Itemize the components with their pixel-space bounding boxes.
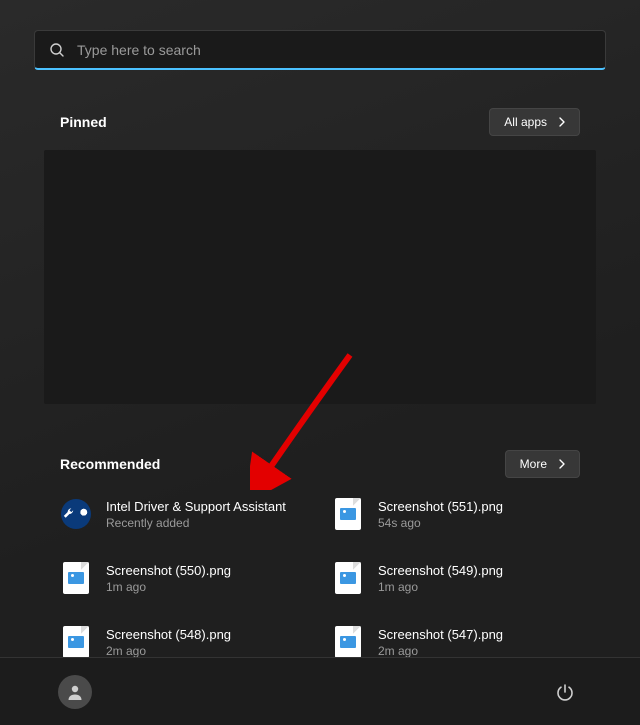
wrench-icon (61, 505, 78, 523)
all-apps-button[interactable]: All apps (489, 108, 580, 136)
recommended-text: Screenshot (551).png 54s ago (378, 499, 503, 530)
intel-icon (61, 499, 91, 529)
recommended-item-title: Screenshot (549).png (378, 563, 503, 578)
recommended-text: Screenshot (550).png 1m ago (106, 563, 231, 594)
more-button[interactable]: More (505, 450, 580, 478)
recommended-text: Screenshot (548).png 2m ago (106, 627, 231, 658)
image-file-icon (63, 626, 89, 658)
image-file-icon (335, 626, 361, 658)
file-icon (332, 626, 364, 658)
recommended-item-sub: Recently added (106, 516, 286, 530)
file-icon (332, 498, 364, 530)
recommended-item[interactable]: Screenshot (547).png 2m ago (332, 622, 580, 662)
pinned-header: Pinned All apps (0, 108, 640, 136)
image-file-icon (335, 562, 361, 594)
recommended-item[interactable]: Screenshot (548).png 2m ago (60, 622, 308, 662)
recommended-item-sub: 1m ago (106, 580, 231, 594)
recommended-item-sub: 2m ago (106, 644, 231, 658)
recommended-item[interactable]: Intel Driver & Support Assistant Recentl… (60, 494, 308, 534)
more-label: More (520, 457, 547, 471)
chevron-right-icon (557, 117, 567, 127)
recommended-item-title: Screenshot (547).png (378, 627, 503, 642)
recommended-text: Screenshot (549).png 1m ago (378, 563, 503, 594)
start-menu: Pinned All apps Recommended More (0, 0, 640, 725)
recommended-title: Recommended (60, 456, 160, 472)
recommended-item-title: Screenshot (548).png (106, 627, 231, 642)
footer-bar (0, 657, 640, 725)
recommended-item[interactable]: Screenshot (551).png 54s ago (332, 494, 580, 534)
search-box[interactable] (34, 30, 606, 70)
search-area (0, 0, 640, 80)
power-button[interactable] (548, 675, 582, 709)
power-icon (556, 683, 574, 701)
file-icon (332, 562, 364, 594)
file-icon (60, 562, 92, 594)
image-file-icon (335, 498, 361, 530)
all-apps-label: All apps (504, 115, 547, 129)
user-button[interactable] (58, 675, 92, 709)
pinned-grid[interactable] (44, 150, 596, 404)
search-icon (49, 42, 65, 58)
recommended-grid: Intel Driver & Support Assistant Recentl… (0, 478, 640, 662)
recommended-section: Recommended More Intel Driver & Support … (0, 422, 640, 662)
recommended-header: Recommended More (0, 450, 640, 478)
recommended-item-sub: 1m ago (378, 580, 503, 594)
search-input[interactable] (77, 42, 591, 58)
recommended-item-title: Intel Driver & Support Assistant (106, 499, 286, 514)
recommended-item-title: Screenshot (551).png (378, 499, 503, 514)
chevron-right-icon (557, 459, 567, 469)
recommended-item-sub: 2m ago (378, 644, 503, 658)
app-icon (60, 498, 92, 530)
user-icon (66, 683, 84, 701)
file-icon (60, 626, 92, 658)
recommended-item[interactable]: Screenshot (549).png 1m ago (332, 558, 580, 598)
image-file-icon (63, 562, 89, 594)
recommended-item-sub: 54s ago (378, 516, 503, 530)
pinned-title: Pinned (60, 114, 107, 130)
recommended-text: Intel Driver & Support Assistant Recentl… (106, 499, 286, 530)
recommended-item[interactable]: Screenshot (550).png 1m ago (60, 558, 308, 598)
recommended-item-title: Screenshot (550).png (106, 563, 231, 578)
recommended-text: Screenshot (547).png 2m ago (378, 627, 503, 658)
